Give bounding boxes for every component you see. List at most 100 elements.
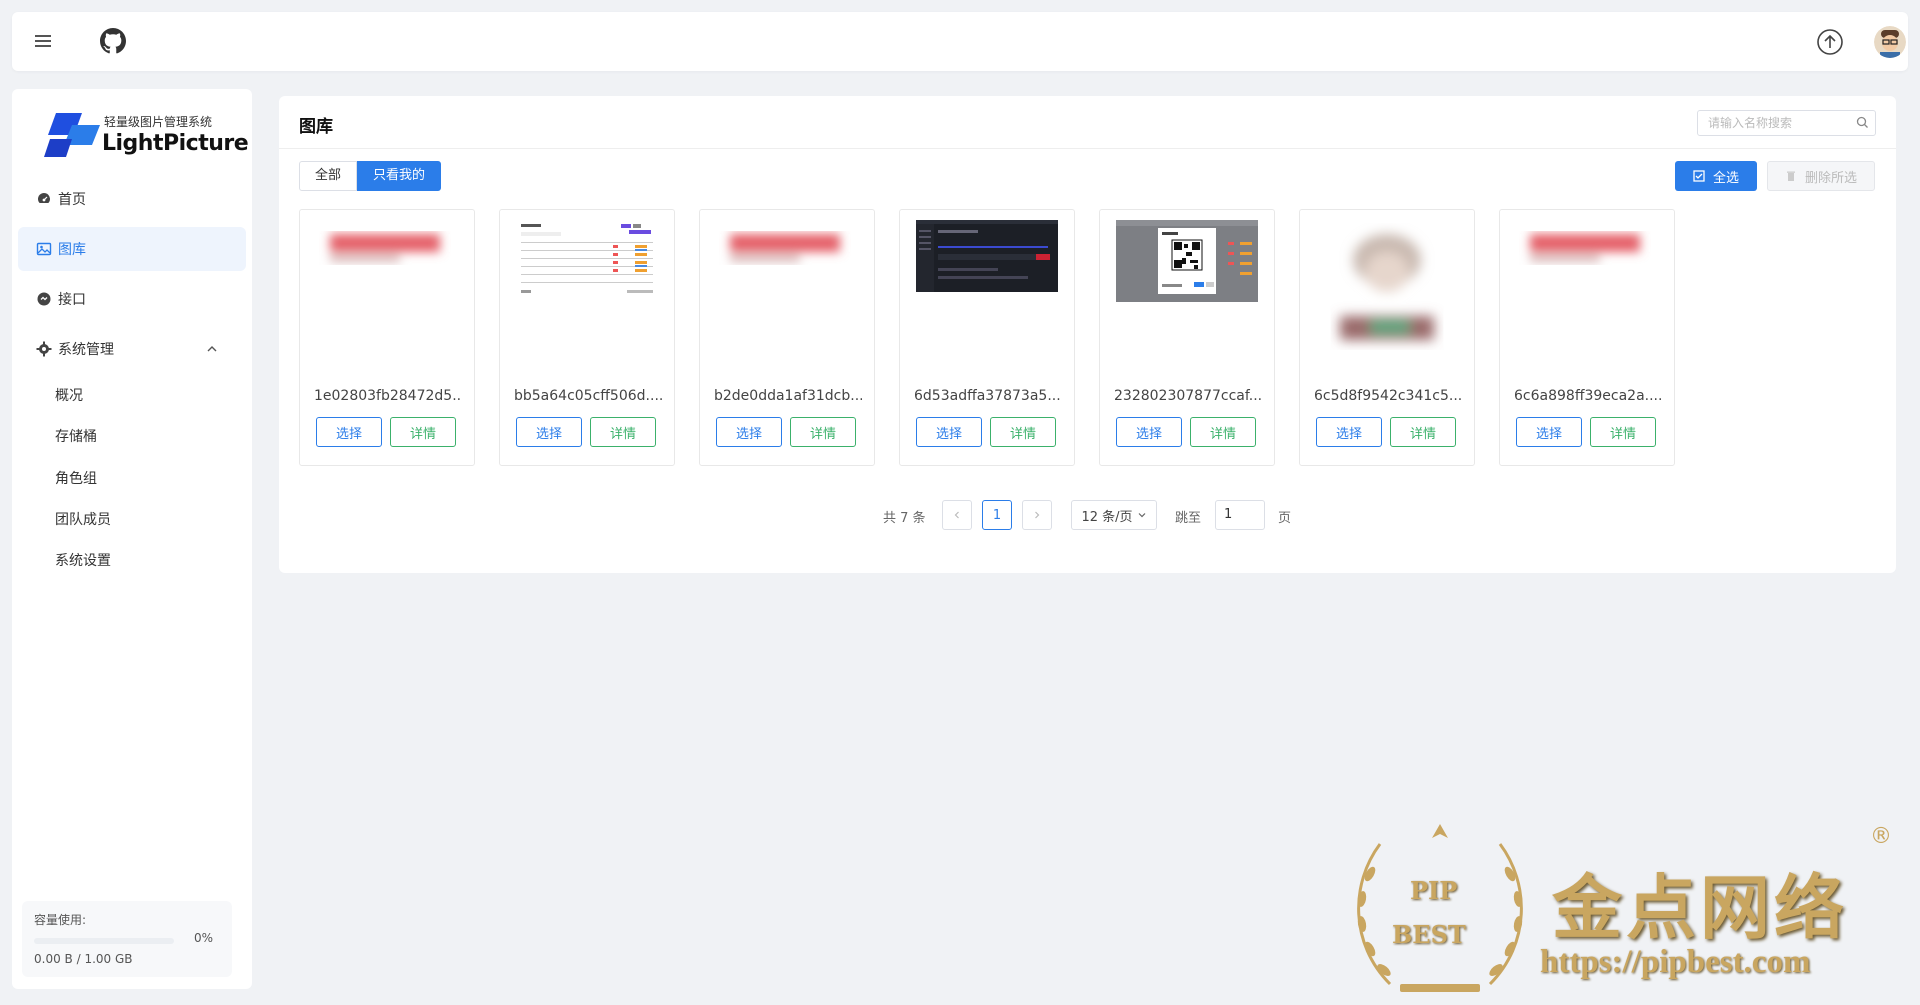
image-filename: bb5a64c05cff506d.... bbox=[514, 388, 662, 404]
image-thumbnail[interactable] bbox=[910, 220, 1064, 350]
select-button[interactable]: 选择 bbox=[516, 417, 582, 447]
select-all-label: 全选 bbox=[1712, 170, 1739, 186]
image-filename: 6d53adffa37873a5.... bbox=[914, 388, 1062, 404]
image-thumbnail[interactable] bbox=[1110, 220, 1264, 350]
page-unit-label: 页 bbox=[1278, 511, 1292, 526]
sidebar-item-home[interactable]: 首页 bbox=[18, 177, 246, 221]
usage-label: 容量使用: bbox=[34, 913, 87, 927]
sidebar-item-system[interactable]: 系统管理 bbox=[18, 327, 246, 371]
panel-header: 图库 bbox=[279, 96, 1896, 149]
page-number[interactable]: 1 bbox=[982, 500, 1012, 530]
chevron-left-icon bbox=[954, 511, 959, 519]
logo-tagline: 轻量级图片管理系统 bbox=[104, 115, 213, 129]
menu-icon[interactable] bbox=[32, 30, 54, 52]
trash-icon bbox=[1786, 171, 1795, 181]
usage-capacity: 0.00 B / 1.00 GB bbox=[34, 952, 133, 966]
image-thumbnail[interactable] bbox=[310, 220, 464, 350]
chevron-down-icon bbox=[1138, 513, 1145, 518]
sidebar-item-label: 系统管理 bbox=[58, 342, 114, 358]
tab-all[interactable]: 全部 bbox=[299, 161, 358, 191]
chevron-right-icon bbox=[1035, 511, 1040, 519]
select-all-button[interactable]: 全选 bbox=[1675, 161, 1757, 191]
watermark-cn-text: 金点网络 bbox=[1552, 866, 1848, 949]
tab-mine[interactable]: 只看我的 bbox=[357, 161, 442, 191]
sidebar-subitem-settings[interactable]: 系统设置 bbox=[55, 551, 111, 571]
logo[interactable]: 轻量级图片管理系统 LightPicture bbox=[42, 109, 249, 165]
watermark-seal-top: PIP bbox=[1410, 876, 1458, 905]
watermark: PIP BEST 金点网络 https://pipbest.com ® bbox=[1340, 814, 1910, 1000]
image-card[interactable]: 6d53adffa37873a5.... 选择 详情 bbox=[899, 209, 1075, 466]
usage-percent: 0% bbox=[194, 931, 214, 945]
sidebar-subitem-roles[interactable]: 角色组 bbox=[55, 469, 97, 489]
github-icon[interactable] bbox=[100, 28, 126, 54]
select-button[interactable]: 选择 bbox=[1516, 417, 1582, 447]
sidebar: 轻量级图片管理系统 LightPicture 首页 图库 接口 系统管理 概况 … bbox=[12, 89, 252, 989]
search-box[interactable] bbox=[1697, 110, 1876, 136]
pagination: 共 7 条 1 12 条/页 跳至 1 页 bbox=[279, 500, 1896, 530]
image-thumbnail[interactable] bbox=[1310, 220, 1464, 350]
image-card[interactable]: bb5a64c05cff506d.... 选择 详情 bbox=[499, 209, 675, 466]
sidebar-subitem-buckets[interactable]: 存储桶 bbox=[55, 427, 97, 447]
logo-mark-icon bbox=[44, 113, 100, 157]
detail-button[interactable]: 详情 bbox=[390, 417, 456, 447]
detail-button[interactable]: 详情 bbox=[1590, 417, 1656, 447]
delete-selected-label: 删除所选 bbox=[1804, 170, 1857, 186]
sidebar-item-label: 接口 bbox=[58, 292, 86, 308]
select-button[interactable]: 选择 bbox=[916, 417, 982, 447]
user-avatar[interactable] bbox=[1874, 26, 1906, 58]
select-button[interactable]: 选择 bbox=[1116, 417, 1182, 447]
logo-name: LightPicture bbox=[102, 131, 249, 156]
page-size-value: 12 条/页 bbox=[1081, 509, 1133, 525]
api-icon bbox=[37, 292, 51, 306]
sidebar-item-api[interactable]: 接口 bbox=[18, 277, 246, 321]
select-button[interactable]: 选择 bbox=[316, 417, 382, 447]
image-card[interactable]: 232802307877ccaf.... 选择 详情 bbox=[1099, 209, 1275, 466]
sidebar-item-label: 首页 bbox=[58, 192, 86, 208]
page-size-select[interactable]: 12 条/页 bbox=[1071, 500, 1157, 530]
watermark-seal-bottom: BEST bbox=[1392, 920, 1466, 949]
checkbox-icon bbox=[1693, 170, 1705, 182]
watermark-url: https://pipbest.com bbox=[1540, 944, 1811, 980]
detail-button[interactable]: 详情 bbox=[590, 417, 656, 447]
select-button[interactable]: 选择 bbox=[716, 417, 782, 447]
image-filename: 6c5d8f9542c341c5.... bbox=[1314, 388, 1462, 404]
usage-progress-bar bbox=[34, 938, 174, 944]
image-card[interactable]: b2de0dda1af31dcb... 选择 详情 bbox=[699, 209, 875, 466]
search-icon[interactable] bbox=[1856, 116, 1869, 129]
chevron-up-icon bbox=[207, 346, 217, 352]
detail-button[interactable]: 详情 bbox=[1190, 417, 1256, 447]
sidebar-item-gallery[interactable]: 图库 bbox=[18, 227, 246, 271]
image-card[interactable]: 1e02803fb28472d5... 选择 详情 bbox=[299, 209, 475, 466]
goto-label: 跳至 bbox=[1175, 511, 1202, 526]
delete-selected-button[interactable]: 删除所选 bbox=[1767, 161, 1875, 191]
image-filename: b2de0dda1af31dcb... bbox=[714, 388, 862, 404]
image-thumbnail[interactable] bbox=[510, 220, 664, 350]
detail-button[interactable]: 详情 bbox=[990, 417, 1056, 447]
laurel-seal-icon bbox=[1357, 824, 1523, 992]
sidebar-subitem-team[interactable]: 团队成员 bbox=[55, 510, 111, 530]
sidebar-subitem-overview[interactable]: 概况 bbox=[55, 386, 83, 406]
top-bar bbox=[12, 12, 1908, 71]
sidebar-item-label: 图库 bbox=[58, 242, 86, 258]
page-title: 图库 bbox=[299, 117, 333, 137]
upload-icon[interactable] bbox=[1816, 28, 1844, 56]
image-thumbnail[interactable] bbox=[1510, 220, 1664, 350]
goto-page-input[interactable]: 1 bbox=[1215, 500, 1265, 530]
gear-icon bbox=[36, 341, 52, 357]
next-page-button[interactable] bbox=[1022, 500, 1052, 530]
image-card[interactable]: 6c6a898ff39eca2a.... 选择 详情 bbox=[1499, 209, 1675, 466]
image-icon bbox=[36, 242, 52, 256]
detail-button[interactable]: 详情 bbox=[790, 417, 856, 447]
select-button[interactable]: 选择 bbox=[1316, 417, 1382, 447]
registered-mark: ® bbox=[1870, 824, 1892, 849]
prev-page-button[interactable] bbox=[942, 500, 972, 530]
pagination-total: 共 7 条 bbox=[883, 511, 926, 526]
filter-tabs: 全部 只看我的 bbox=[299, 161, 442, 191]
image-filename: 232802307877ccaf.... bbox=[1114, 388, 1262, 404]
image-thumbnail[interactable] bbox=[710, 220, 864, 350]
detail-button[interactable]: 详情 bbox=[1390, 417, 1456, 447]
search-input[interactable] bbox=[1706, 111, 1860, 135]
storage-usage: 容量使用: 0% 0.00 B / 1.00 GB bbox=[22, 901, 232, 977]
dashboard-icon bbox=[38, 193, 50, 203]
image-card[interactable]: 6c5d8f9542c341c5.... 选择 详情 bbox=[1299, 209, 1475, 466]
